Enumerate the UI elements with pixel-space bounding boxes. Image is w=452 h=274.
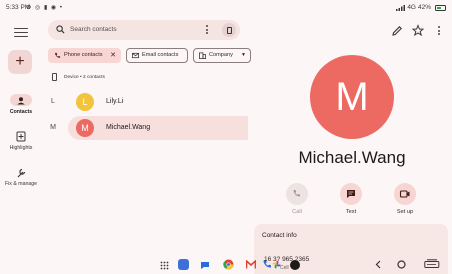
chrome-app-icon[interactable] [223,259,234,270]
chevron-down-icon: ▼ [241,52,246,58]
action-label: Call [292,209,302,215]
chip-label: Company [209,52,233,58]
highlight-icon [10,130,32,142]
nav-item-fix-manage[interactable]: Fix & manage [0,166,42,187]
text-button[interactable]: Text [331,183,371,215]
more-options-icon[interactable] [202,24,212,36]
avatar: L [76,93,94,111]
account-avatar[interactable] [222,23,236,37]
status-indicators: 4G 42% [396,4,446,11]
search-icon [56,25,65,34]
more-options-icon[interactable] [434,25,444,37]
contact-row-lily[interactable]: L Lily.Li [68,90,248,114]
chip-phone-contacts[interactable]: Phone contacts ✕ [48,48,121,63]
company-icon [199,52,206,59]
network-type: 4G [407,4,416,11]
edit-icon[interactable] [391,24,403,38]
signal-icon [396,4,406,11]
contact-photo: M [310,55,394,139]
home-icon[interactable] [397,260,406,269]
phone-number[interactable]: 16 3? 965 2365 [264,256,309,263]
person-icon [10,94,32,106]
nav-label-highlights: Highlights [9,145,33,151]
app-drawer-icon[interactable] [160,261,169,270]
chip-company[interactable]: Company ▼ [193,48,251,63]
star-icon[interactable] [412,24,424,38]
close-icon[interactable]: ✕ [110,49,116,62]
taskbar: 16 3? 965 2365 Cell [0,256,452,274]
nav-rail: + Contacts Highlights Fix & manage [0,16,42,256]
device-icon [52,73,57,81]
nav-label-contacts: Contacts [9,109,33,115]
menu-icon[interactable] [14,28,28,38]
video-icon [394,183,416,205]
section-letter: L [51,98,55,105]
filter-chips: Phone contacts ✕ Email contacts Company … [48,48,252,64]
messages-app-icon[interactable] [200,260,210,270]
avatar: M [76,119,94,137]
action-label: Set up [396,209,414,215]
email-icon [132,52,139,59]
battery-percent: 42% [417,4,431,11]
phone-type: Cell [280,265,289,271]
contact-info-title: Contact info [262,232,297,239]
chip-label: Email contacts [142,52,179,58]
wrench-icon [10,166,32,178]
phone-icon [55,52,61,58]
back-icon[interactable] [375,260,381,269]
search-bar[interactable]: Search contacts [48,20,240,40]
gmail-app-icon[interactable] [246,260,256,269]
device-count: Device • 2 contacts [64,74,105,80]
call-button[interactable]: Call [277,183,317,215]
message-icon [340,183,362,205]
chip-email-contacts[interactable]: Email contacts [126,48,188,63]
contact-name: Lily.Li [106,98,124,105]
phone-icon [286,183,308,205]
chip-label: Phone contacts [64,52,103,58]
search-placeholder: Search contacts [70,26,117,33]
contact-row-michael[interactable]: M Michael.Wang [68,116,248,140]
contact-detail-name: Michael.Wang [298,148,406,167]
status-bar: 5:33 PM ⚙ ◎ ▮ ◉ • 4G 42% [0,0,452,16]
nav-item-highlights[interactable]: Highlights [0,130,42,151]
setup-video-button[interactable]: Set up [385,183,425,215]
nav-item-contacts[interactable]: Contacts [0,94,42,115]
section-letter: M [50,124,56,131]
create-contact-button[interactable]: + [8,50,32,74]
contacts-app-icon[interactable] [178,259,189,270]
recents-icon[interactable] [424,259,440,269]
contact-name: Michael.Wang [106,124,151,131]
battery-icon [435,4,446,11]
notification-icons: ⚙ ◎ ▮ ◉ • [26,4,63,11]
nav-label-fix-manage: Fix & manage [4,181,37,187]
action-label: Text [345,209,357,215]
